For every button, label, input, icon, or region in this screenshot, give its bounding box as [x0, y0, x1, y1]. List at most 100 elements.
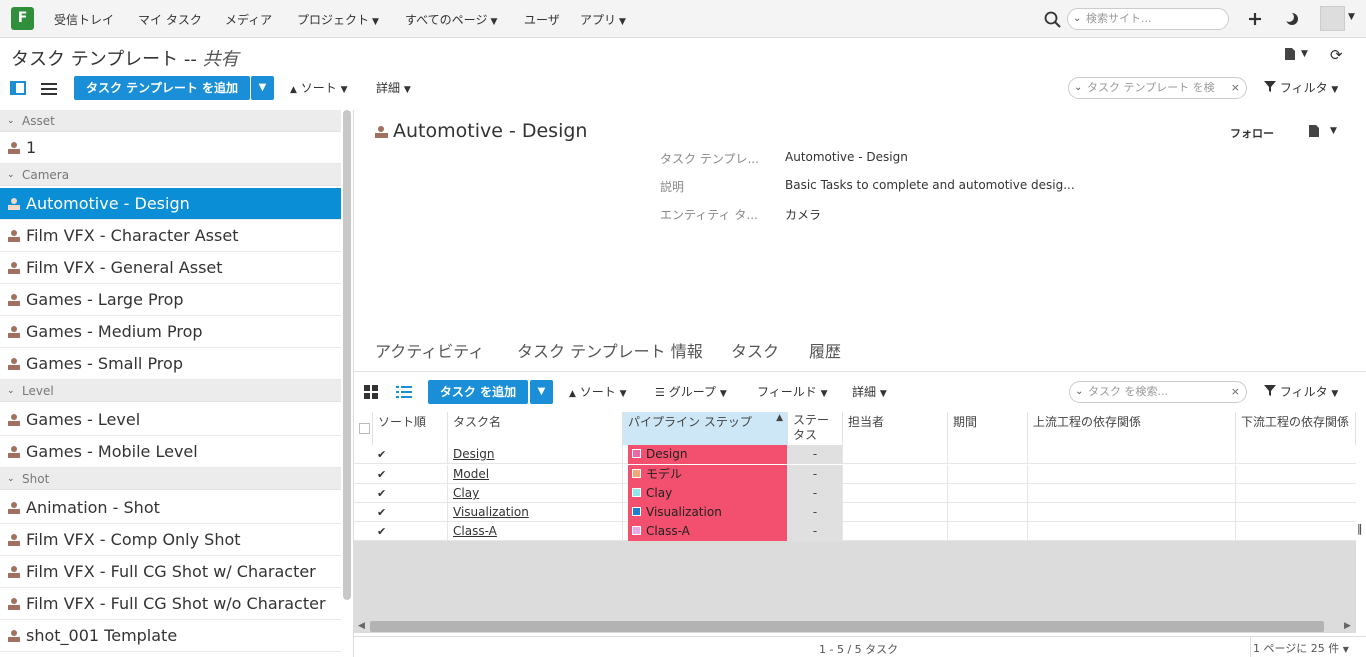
list-item[interactable]: Games - Small Prop — [0, 348, 341, 380]
pipeline-step-cell[interactable]: Design — [628, 445, 788, 464]
task-search-input[interactable]: ⌄ タスク を検索... × — [1069, 381, 1247, 403]
tab-tasks[interactable]: タスク — [731, 338, 779, 362]
upstream-cell[interactable] — [1028, 522, 1236, 541]
list-item[interactable]: Film VFX - Full CG Shot w/o Character — [0, 588, 341, 620]
chevron-down-icon[interactable]: ▼ — [1330, 126, 1337, 136]
add-template-dropdown[interactable]: ▼ — [251, 76, 274, 100]
task-sort-control[interactable]: ▲ ソート ▼ — [569, 380, 627, 406]
task-name-link[interactable]: Class-A — [453, 524, 497, 538]
nav-projects[interactable]: プロジェクト ▼ — [297, 11, 379, 28]
document-icon[interactable] — [1308, 124, 1320, 138]
column-resize-handle[interactable]: ‖ — [1357, 522, 1363, 535]
nav-my-tasks[interactable]: マイ タスク — [138, 11, 202, 28]
add-task-template-button[interactable]: タスク テンプレート を追加 — [74, 76, 250, 100]
task-name-link[interactable]: Model — [453, 467, 489, 481]
table-row[interactable]: ✔ Design Design - — [354, 445, 1356, 464]
table-row[interactable]: ✔ Visualization Visualization - — [354, 503, 1356, 522]
column-header-assignee[interactable]: 担当者 — [843, 412, 948, 445]
list-view-icon[interactable] — [41, 76, 57, 100]
list-item[interactable]: Games - Level — [0, 404, 341, 436]
scroll-left-icon[interactable]: ◀ — [358, 621, 365, 631]
horizontal-scrollbar[interactable] — [370, 621, 1324, 632]
task-filter-control[interactable]: フィルタ ▼ — [1264, 380, 1338, 406]
plus-icon[interactable] — [1248, 12, 1262, 26]
group-header-asset[interactable]: ⌄ Asset — [0, 110, 341, 132]
table-row[interactable]: ✔ Model モデル - — [354, 465, 1356, 484]
list-item[interactable]: Games - Medium Prop — [0, 316, 341, 348]
status-cell[interactable]: - — [788, 445, 843, 464]
add-task-dropdown[interactable]: ▼ — [530, 380, 553, 404]
sort-control[interactable]: ▲ ソート ▼ — [290, 76, 348, 100]
column-header-pipeline-step[interactable]: パイプライン ステップ ▲ — [623, 412, 788, 445]
assignee-cell[interactable] — [843, 484, 948, 503]
list-item[interactable]: shot_001 Template — [0, 620, 341, 652]
column-header-status[interactable]: ステータス — [788, 412, 843, 445]
list-item[interactable]: Film VFX - General Asset — [0, 252, 341, 284]
field-value[interactable]: カメラ — [785, 206, 821, 223]
tab-activity[interactable]: アクティビティ — [375, 338, 484, 362]
table-row[interactable]: ✔ Clay Clay - — [354, 484, 1356, 503]
search-icon[interactable] — [1044, 11, 1061, 28]
tab-history[interactable]: 履歴 — [809, 338, 841, 362]
nav-users[interactable]: ユーザ — [524, 11, 560, 28]
page-size-select[interactable]: 1 ページに 25 件 ▼ — [1253, 640, 1349, 656]
upstream-cell[interactable] — [1028, 465, 1236, 484]
duration-cell[interactable] — [948, 484, 1028, 503]
list-item[interactable]: Games - Mobile Level — [0, 436, 341, 468]
add-task-button[interactable]: タスク を追加 — [428, 380, 528, 404]
list-view-icon[interactable] — [396, 385, 412, 399]
assignee-cell[interactable] — [843, 503, 948, 522]
list-item[interactable]: Film VFX - Comp Only Shot — [0, 524, 341, 556]
assignee-cell[interactable] — [843, 522, 948, 541]
task-detail-control[interactable]: 詳細 ▼ — [852, 380, 887, 406]
clear-icon[interactable]: × — [1231, 78, 1240, 98]
list-item[interactable]: Games - Large Prop — [0, 284, 341, 316]
site-search-input[interactable]: ⌄ 検索サイト... — [1067, 8, 1229, 30]
column-header-upstream[interactable]: 上流工程の依存関係 — [1028, 412, 1236, 445]
list-item[interactable]: Film VFX - Full CG Shot w/ Character — [0, 556, 341, 588]
status-cell[interactable]: - — [788, 503, 843, 522]
grid-view-icon[interactable] — [364, 385, 379, 400]
pipeline-step-cell[interactable]: Class-A — [628, 522, 788, 541]
upstream-cell[interactable] — [1028, 503, 1236, 522]
field-value[interactable]: Automotive - Design — [785, 150, 908, 164]
task-group-control[interactable]: ☰ グループ ▼ — [655, 380, 727, 406]
refresh-icon[interactable]: ⟳ — [1330, 46, 1343, 64]
chevron-down-icon[interactable]: ▼ — [1301, 49, 1308, 59]
pipeline-step-cell[interactable]: Clay — [628, 484, 788, 503]
assignee-cell[interactable] — [843, 465, 948, 484]
grid-view-icon[interactable] — [10, 76, 26, 100]
filter-control[interactable]: フィルタ ▼ — [1264, 76, 1338, 100]
group-header-shot[interactable]: ⌄ Shot — [0, 468, 341, 490]
scroll-right-icon[interactable]: ▶ — [1344, 621, 1351, 631]
duration-cell[interactable] — [948, 522, 1028, 541]
upstream-cell[interactable] — [1028, 445, 1236, 464]
task-name-link[interactable]: Clay — [453, 486, 479, 500]
column-header-downstream[interactable]: 下流工程の依存関係 — [1236, 412, 1356, 445]
nav-all-pages[interactable]: すべてのページ ▼ — [405, 11, 497, 28]
tab-template-info[interactable]: タスク テンプレート 情報 — [517, 338, 703, 362]
list-item[interactable]: Film VFX - Character Asset — [0, 220, 341, 252]
column-header-duration[interactable]: 期間 — [948, 412, 1028, 445]
task-name-link[interactable]: Visualization — [453, 505, 529, 519]
moon-icon[interactable] — [1285, 12, 1299, 26]
list-item[interactable]: Automotive - Design — [0, 188, 341, 220]
app-logo[interactable]: F — [11, 7, 34, 30]
nav-apps[interactable]: アプリ ▼ — [580, 11, 626, 28]
column-header-task-name[interactable]: タスク名 — [448, 412, 623, 445]
group-header-camera[interactable]: ⌄ Camera — [0, 164, 341, 186]
list-item[interactable]: 1 — [0, 132, 341, 164]
group-header-level[interactable]: ⌄ Level — [0, 380, 341, 402]
assignee-cell[interactable] — [843, 445, 948, 464]
select-all-checkbox[interactable] — [359, 423, 370, 434]
duration-cell[interactable] — [948, 465, 1028, 484]
chevron-down-icon[interactable]: ▼ — [1348, 12, 1355, 22]
list-item[interactable]: Animation - Shot — [0, 492, 341, 524]
duration-cell[interactable] — [948, 503, 1028, 522]
table-row[interactable]: ✔ Class-A Class-A - — [354, 522, 1356, 541]
nav-media[interactable]: メディア — [225, 11, 272, 28]
upstream-cell[interactable] — [1028, 484, 1236, 503]
avatar[interactable] — [1320, 6, 1345, 31]
detail-control[interactable]: 詳細 ▼ — [376, 76, 411, 100]
template-search-input[interactable]: ⌄ タスク テンプレート を検 × — [1068, 77, 1247, 99]
